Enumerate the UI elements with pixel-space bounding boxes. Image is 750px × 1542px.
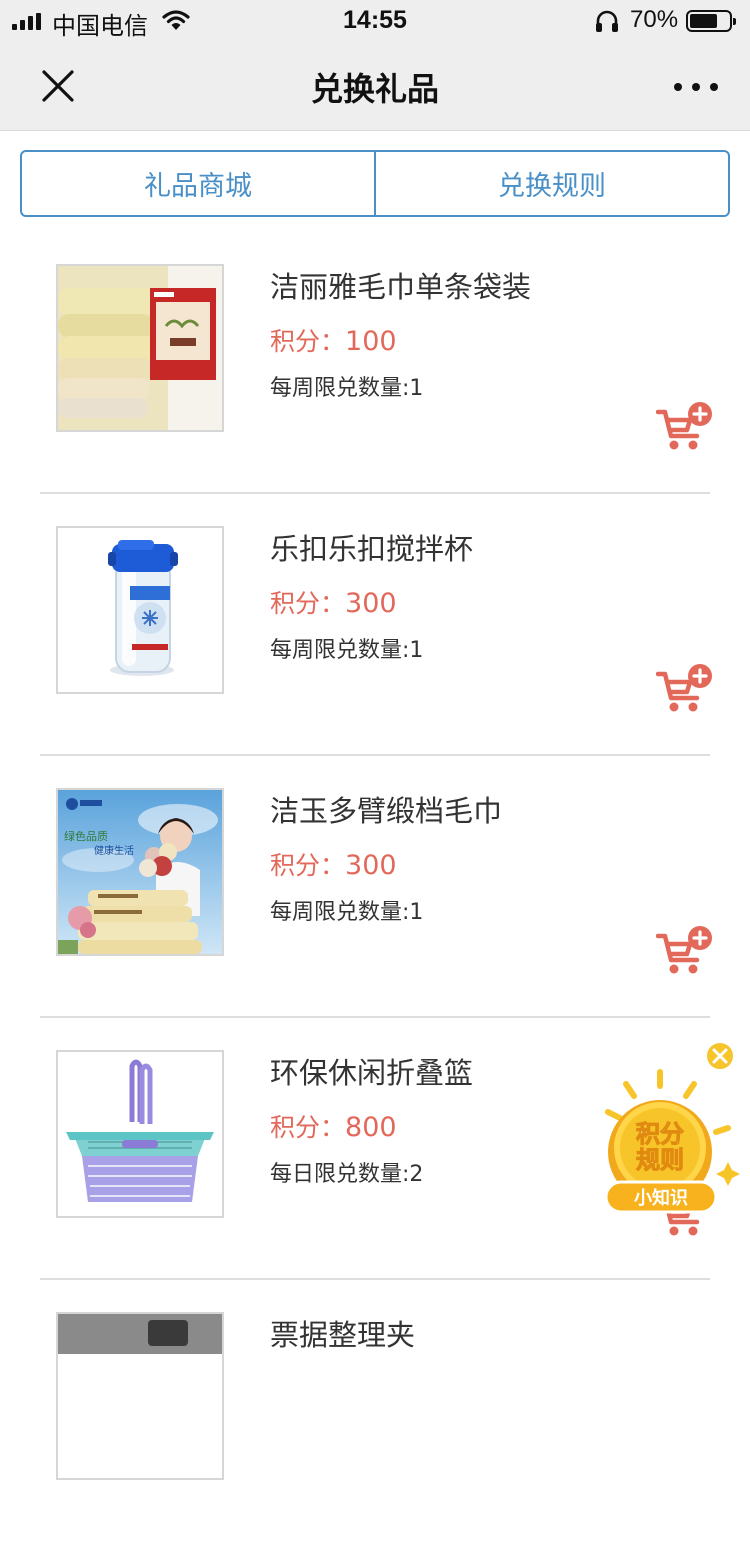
tab-bar: 礼品商城 兑换规则	[20, 150, 730, 217]
battery-percent: 70%	[630, 6, 679, 33]
cart-add-icon	[655, 926, 712, 974]
close-circle-icon	[705, 1041, 735, 1071]
battery-icon	[686, 10, 736, 32]
close-button[interactable]	[36, 64, 80, 108]
points-value: 800	[345, 1112, 397, 1143]
points-label: 积分：	[270, 851, 346, 880]
nav-bar: 兑换礼品	[0, 42, 750, 131]
gift-name: 洁玉多臂缎档毛巾	[270, 794, 503, 828]
towel-bag-image	[56, 264, 224, 432]
gift-item[interactable]: 票据整理夹	[40, 1280, 710, 1542]
gift-limit: 每周限兑数量:1	[270, 638, 424, 663]
close-icon	[42, 70, 74, 102]
add-to-cart-button[interactable]	[655, 400, 714, 452]
points-label: 积分：	[270, 1113, 346, 1142]
gift-points: 积分：300	[270, 584, 397, 620]
gift-item[interactable]: 洁丽雅毛巾单条袋装 积分：100 每周限兑数量:1	[40, 232, 712, 494]
badge-line2: 规则	[636, 1146, 684, 1174]
gift-name: 环保休闲折叠篮	[270, 1056, 474, 1090]
points-label: 积分：	[270, 327, 346, 356]
gift-name: 洁丽雅毛巾单条袋装	[270, 270, 532, 304]
points-value: 100	[345, 326, 397, 357]
gift-name: 乐扣乐扣搅拌杯	[270, 532, 474, 566]
folder-image	[56, 1312, 224, 1480]
more-icon	[674, 83, 682, 91]
add-to-cart-button[interactable]	[655, 924, 714, 976]
cart-add-icon	[655, 402, 712, 450]
gift-points: 积分：300	[270, 846, 397, 882]
cart-add-icon	[655, 664, 712, 712]
gift-limit: 每日限兑数量:2	[270, 1162, 424, 1187]
gift-limit: 每周限兑数量:1	[270, 376, 424, 401]
gift-points: 积分：100	[270, 322, 397, 358]
svg-text:绿色品质: 绿色品质	[64, 829, 108, 843]
points-label: 积分：	[270, 589, 346, 618]
folding-basket-image	[56, 1050, 224, 1218]
page-title: 兑换礼品	[310, 70, 439, 108]
badge-ribbon: 小知识	[634, 1187, 688, 1209]
gift-list: 洁丽雅毛巾单条袋装 积分：100 每周限兑数量:1 乐扣乐扣搅拌杯 积分：300…	[40, 232, 712, 1542]
points-value: 300	[345, 588, 397, 619]
badge-line1: 积分	[636, 1120, 684, 1148]
gift-limit: 每周限兑数量:1	[270, 900, 424, 925]
headphone-icon	[594, 9, 620, 38]
svg-text:健康生活: 健康生活	[94, 844, 134, 857]
more-button[interactable]	[674, 72, 718, 102]
towel-ad-image: 绿色品质 健康生活	[56, 788, 224, 956]
gift-name: 票据整理夹	[270, 1318, 416, 1352]
status-bar: 中国电信 14:55 70%	[0, 0, 750, 42]
gift-item[interactable]: 绿色品质 健康生活 洁玉多臂缎档毛巾 积分：300 每周限兑数量:1	[40, 756, 712, 1018]
shaker-cup-image	[56, 526, 224, 694]
tab-exchange-rules[interactable]: 兑换规则	[374, 152, 728, 215]
badge-close-button[interactable]	[704, 1040, 736, 1072]
gift-points: 积分：800	[270, 1108, 397, 1144]
gift-item[interactable]: 乐扣乐扣搅拌杯 积分：300 每周限兑数量:1	[40, 494, 712, 756]
add-to-cart-button[interactable]	[655, 662, 714, 714]
points-value: 300	[345, 850, 397, 881]
tab-gift-mall[interactable]: 礼品商城	[22, 152, 374, 215]
